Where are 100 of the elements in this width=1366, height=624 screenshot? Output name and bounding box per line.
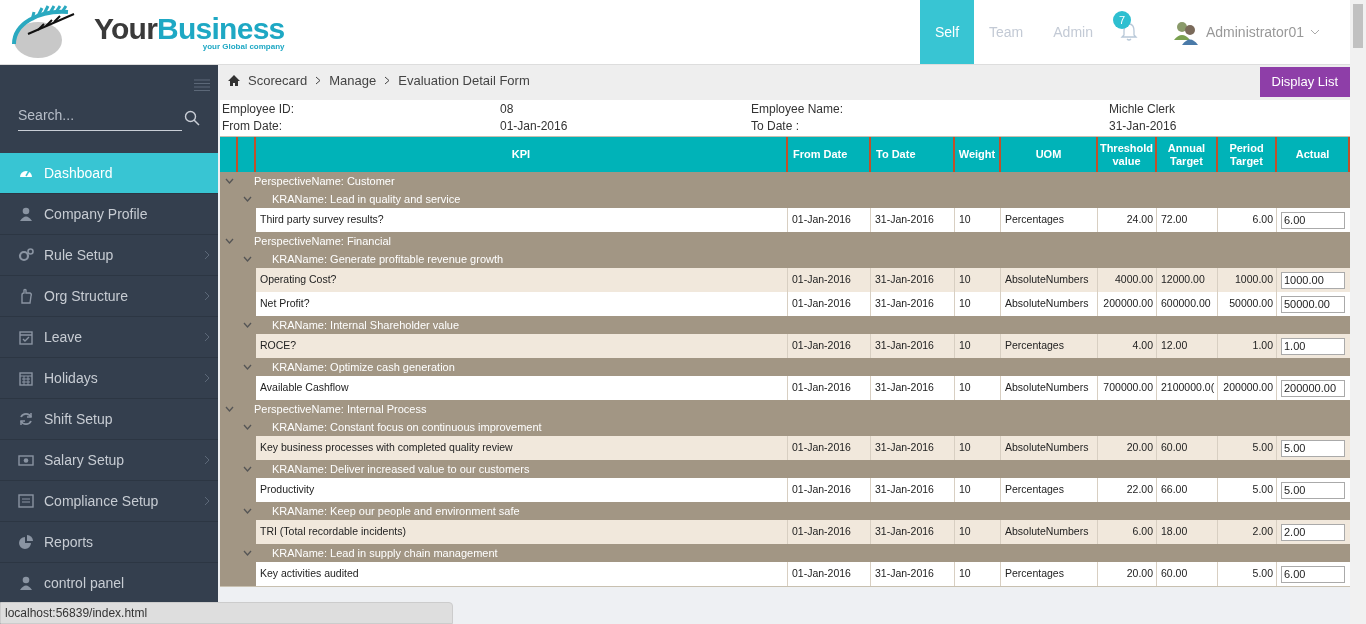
table-cell: 01-Jan-2016 [792,380,851,396]
table-cell: 31-Jan-2016 [875,380,934,396]
table-cell: 01-Jan-2016 [792,482,851,498]
chevron-down-icon[interactable] [242,550,252,556]
logo-text: Business [157,11,285,45]
sidebar-item[interactable]: Holidays [0,358,218,399]
chevron-down-icon[interactable] [224,238,234,244]
table-cell: 72.00 [1161,212,1188,228]
actual-input[interactable]: 5.00 [1281,481,1345,499]
table-cell: Percentages [1005,212,1064,228]
table-cell: 10 [959,440,971,456]
table-cell: Key business processes with completed quality review [260,440,513,456]
table-cell: Third party survey results? [260,212,384,228]
table-cell: Percentages [1005,338,1064,354]
table-cell: AbsoluteNumbers [1005,272,1089,288]
bell-icon[interactable] [1119,22,1138,42]
search-icon[interactable] [184,110,200,126]
sidebar-item[interactable]: Company Profile [0,194,218,235]
table-cell: 31-Jan-2016 [875,482,934,498]
breadcrumb-link[interactable]: Scorecard [248,71,308,91]
sidebar-item[interactable]: Salary Setup [0,440,218,481]
sidebar-item[interactable]: Leave [0,317,218,358]
chevron-down-icon[interactable] [242,424,252,430]
search-field[interactable]: Search... [18,105,182,131]
table-cell: 200000.00 [1223,380,1273,396]
chevron-down-icon[interactable] [242,256,252,262]
actual-input[interactable]: 2.00 [1281,523,1345,541]
chevron-down-icon[interactable] [242,322,252,328]
table-cell: 6.00 [1132,524,1153,540]
table-cell: Net Profit? [260,296,310,312]
table-cell: 700000.00 [1103,380,1153,396]
table-cell: 12000.00 [1161,272,1205,288]
breadcrumb-link[interactable]: Manage [329,71,377,91]
table-cell: 10 [959,272,971,288]
actual-input[interactable]: 1.00 [1281,337,1345,355]
table-cell: Percentages [1005,566,1064,582]
table-cell: 2100000.0( [1161,380,1215,396]
table-cell: 10 [959,380,971,396]
gears-icon [18,247,34,263]
field-value: Michle Clerk [1109,101,1176,118]
table-cell: 10 [959,566,971,582]
table-cell: 10 [959,338,971,354]
table-cell: Percentages [1005,482,1064,498]
table-cell: 10 [959,296,971,312]
table-cell: TRI (Total recordable incidents) [260,524,406,540]
home-icon[interactable] [228,75,240,87]
table-cell: 12.00 [1161,338,1188,354]
field-label: Employee Name: [751,101,845,118]
table-cell: 60.00 [1161,566,1188,582]
table-cell: 31-Jan-2016 [875,338,934,354]
sidebar-item[interactable]: Shift Setup [0,399,218,440]
chevron-down-icon[interactable] [224,178,234,184]
chevron-down-icon[interactable] [242,364,252,370]
table-cell: Available Cashflow [260,380,349,396]
table-cell: 66.00 [1161,482,1188,498]
table-cell: 600000.00 [1161,296,1211,312]
table-cell: 01-Jan-2016 [792,338,851,354]
actual-input[interactable]: 6.00 [1281,211,1345,229]
chevron-down-icon[interactable] [242,466,252,472]
calendar-check-icon [18,329,34,345]
user-icon [18,206,34,222]
sidebar-item[interactable]: Reports [0,522,218,563]
field-label: From Date: [222,118,283,135]
display-list-button[interactable]: Display List [1259,67,1350,97]
group-header: KRAName: Lead in quality and service [271,191,461,207]
table-cell: 60.00 [1161,440,1188,456]
group-header: KRAName: Lead in supply chain management [271,545,498,561]
user-icon [18,575,34,591]
actual-input[interactable]: 50000.00 [1281,295,1345,313]
table-cell: 01-Jan-2016 [792,440,851,456]
chevron-down-icon[interactable] [242,508,252,514]
sidebar-item[interactable]: Rule Setup [0,235,218,276]
actual-input[interactable]: 5.00 [1281,439,1345,457]
menu-icon[interactable] [194,79,210,91]
hand-icon [18,288,34,304]
field-label: Employee ID: [222,101,296,118]
table-cell: 31-Jan-2016 [875,524,934,540]
table-cell: 5.00 [1252,566,1273,582]
table-cell: 20.00 [1126,440,1153,456]
group-header: KRAName: Deliver increased value to our customers [271,461,530,477]
group-header: PerspectiveName: Internal Process [253,401,427,417]
group-header: KRAName: Internal Shareholder value [271,317,460,333]
actual-input[interactable]: 200000.00 [1281,379,1345,397]
table-cell: 01-Jan-2016 [792,272,851,288]
banknote-icon [18,452,34,468]
table-cell: Key activities audited [260,566,359,582]
sidebar-item[interactable]: Org Structure [0,276,218,317]
table-cell: AbsoluteNumbers [1005,524,1089,540]
table-cell: 31-Jan-2016 [875,296,934,312]
list-icon [18,493,34,509]
chevron-down-icon[interactable] [224,406,234,412]
chevron-down-icon[interactable] [242,196,252,202]
status-bar: localhost:56839/index.html [0,602,453,624]
table-cell: Productivity [260,482,315,498]
actual-input[interactable]: 1000.00 [1281,271,1345,289]
sidebar-item[interactable]: Compliance Setup [0,481,218,522]
table-cell: 1.00 [1252,338,1273,354]
pie-chart-icon [18,534,34,550]
actual-input[interactable]: 6.00 [1281,565,1345,583]
chevron-down-icon[interactable] [1310,29,1320,35]
